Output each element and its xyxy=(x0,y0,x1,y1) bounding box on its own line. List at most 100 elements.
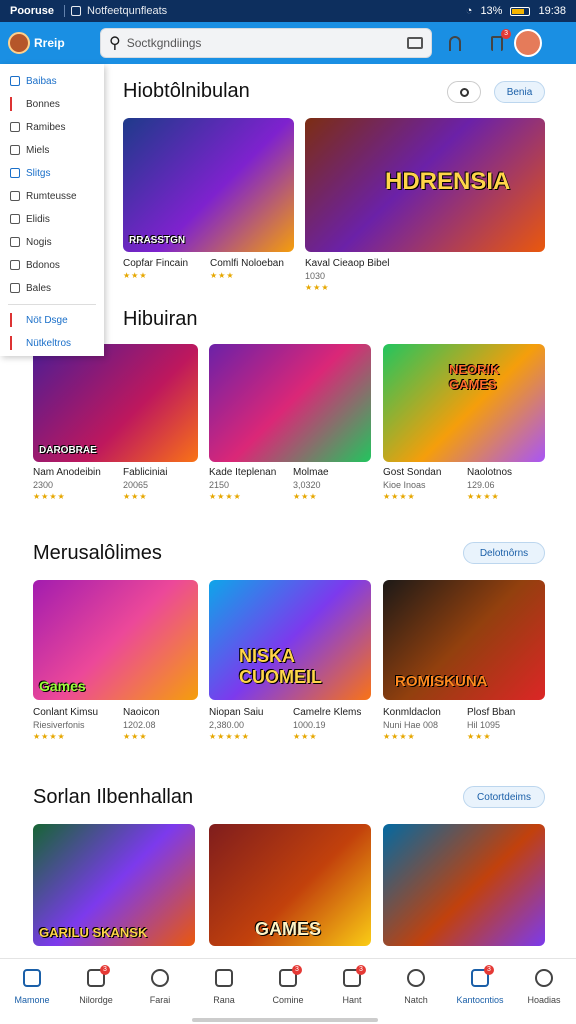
card-image-text: GARILU SKANSK xyxy=(39,925,148,940)
section-title: Sorlan Ilbenhallan xyxy=(33,786,194,808)
card-subtitle: Riesiverfonis xyxy=(33,720,85,730)
notifications-button[interactable]: 3 xyxy=(486,29,511,54)
grid-icon xyxy=(10,122,20,132)
sidebar-item[interactable]: Baibas xyxy=(0,70,104,93)
section-more-button[interactable]: Delotnôrns xyxy=(463,542,545,564)
rating-stars: ★★★ xyxy=(293,492,318,501)
toolbar-icons: 3 xyxy=(444,29,511,54)
section-more-button[interactable]: Cotortdeims xyxy=(463,786,545,808)
search-input[interactable]: Soctkgndiings xyxy=(127,36,401,50)
card-title: Niopan Saiu xyxy=(209,707,264,718)
card-subtitle: 2150 xyxy=(209,480,230,490)
sidebar-item[interactable]: Nöt Dsge xyxy=(0,309,104,332)
card-meta: Comlfi Noloeban ★★★ xyxy=(210,258,294,280)
game-card-image[interactable]: RRASSTGN xyxy=(123,118,294,252)
nav-item[interactable]: 3 Nilordge xyxy=(64,959,128,1024)
nav-item[interactable]: 3 Comine xyxy=(256,959,320,1024)
bookmark-button[interactable] xyxy=(444,32,466,54)
card-title: Naolotnos xyxy=(467,467,513,478)
app-bar: Rreip ⚲ Soctkgndiings 3 xyxy=(0,22,576,64)
card-subtitle: 1000.19 xyxy=(293,720,326,730)
nav-badge: 3 xyxy=(484,965,494,975)
card-meta: Gost Sondan Kioe Inoas ★★★★ xyxy=(383,467,465,501)
sidebar-item[interactable]: Bonnes xyxy=(0,93,104,116)
game-card-image[interactable]: ROMISKUNA xyxy=(383,580,545,700)
folder-icon xyxy=(215,969,233,987)
status-notification: Notfeetqunfleats xyxy=(64,5,167,17)
nav-home[interactable]: Mamone xyxy=(0,959,64,1024)
game-card-image[interactable]: NISKA CUOMEIL xyxy=(209,580,371,700)
card-image-text: GAMES xyxy=(255,919,322,939)
card-meta: Niopan Saiu 2,380.00 ★★★★★ xyxy=(209,707,291,741)
sidebar-item[interactable]: Elidis xyxy=(0,208,104,231)
card-title: Kaval Cieaop Bibel xyxy=(305,258,390,269)
status-brand: Pooruse xyxy=(10,5,55,17)
search-icon xyxy=(459,87,469,97)
sidebar-item[interactable]: Bdonos xyxy=(0,254,104,277)
card-image-text: RRASSTGN xyxy=(129,235,186,246)
section-more-button[interactable]: Benia xyxy=(494,81,545,103)
sidebar-item[interactable]: Miels xyxy=(0,139,104,162)
card-subtitle: Kioe Inoas xyxy=(383,480,426,490)
profile-avatar[interactable] xyxy=(514,29,542,57)
person-icon xyxy=(535,969,553,987)
inbox-icon xyxy=(491,35,503,51)
nav-item[interactable]: 3 Kantocntios xyxy=(448,959,512,1024)
nav-item[interactable]: Hoadias xyxy=(512,959,576,1024)
nav-item[interactable]: 3 Hant xyxy=(320,959,384,1024)
battery-percent: 13% xyxy=(480,5,503,17)
clock: 19:38 xyxy=(538,5,566,17)
wifi-icon: ◔ xyxy=(465,5,473,17)
card-meta: Kade Iteplenan 2150 ★★★★ xyxy=(209,467,291,501)
sidebar-item[interactable]: Slitgs xyxy=(0,162,104,185)
sidebar-item[interactable]: Nogis xyxy=(0,231,104,254)
app-logo[interactable]: Rreip xyxy=(8,32,100,54)
nav-item[interactable]: Natch xyxy=(384,959,448,1024)
star-icon xyxy=(151,969,169,987)
section-title: Hibuiran xyxy=(123,308,198,330)
rating-stars: ★★★ xyxy=(305,283,330,292)
sidebar-item[interactable]: Bales xyxy=(0,277,104,300)
home-icon xyxy=(10,76,20,86)
card-meta: Camelre Klems 1000.19 ★★★ xyxy=(293,707,371,741)
section-search-button[interactable] xyxy=(447,81,481,103)
search-bar[interactable]: ⚲ Soctkgndiings xyxy=(100,28,432,58)
cast-icon[interactable] xyxy=(407,37,423,49)
sidebar-item[interactable]: Rumteusse xyxy=(0,185,104,208)
sidebar-item[interactable]: Nütkeltros xyxy=(0,332,104,355)
clock-icon xyxy=(10,191,20,201)
nav-item[interactable]: Farai xyxy=(128,959,192,1024)
rating-stars: ★★★★ xyxy=(209,492,242,501)
rating-stars: ★★★★ xyxy=(383,492,416,501)
game-card-image[interactable] xyxy=(383,824,545,946)
battery-icon xyxy=(510,6,531,16)
status-right: ◔ 13% 19:38 xyxy=(466,5,566,17)
bottom-navigation: Mamone 3 Nilordge Farai Rana 3 Comine 3 Han… xyxy=(0,958,576,1024)
game-card-image[interactable]: GAMES xyxy=(209,824,371,946)
nav-item[interactable]: Rana xyxy=(192,959,256,1024)
sidebar-item[interactable]: Ramibes xyxy=(0,116,104,139)
rating-stars: ★★★★ xyxy=(467,492,500,501)
game-card-image[interactable]: Games xyxy=(33,580,198,700)
nav-badge: 3 xyxy=(356,965,366,975)
game-card-image[interactable]: DAROBRAE xyxy=(33,344,198,462)
game-card-image[interactable]: HDRENSIA xyxy=(305,118,545,252)
sidebar-menu: Baibas Bonnes Ramibes Miels Slitgs Rumte… xyxy=(0,64,104,356)
sidebar-divider xyxy=(8,304,96,305)
game-card-image[interactable]: GARILU SKANSK xyxy=(33,824,195,946)
bookmark-icon xyxy=(449,35,461,51)
card-meta: Naolotnos 129.06 ★★★★ xyxy=(467,467,545,501)
card-image-text: ROMISKUNA xyxy=(395,673,488,690)
game-card-image[interactable] xyxy=(209,344,371,462)
rating-stars: ★★★ xyxy=(123,492,148,501)
list-icon xyxy=(10,260,20,270)
home-icon xyxy=(23,969,41,987)
card-subtitle: 20065 xyxy=(123,480,149,490)
card-image-text: NISKA CUOMEIL xyxy=(239,646,322,687)
rating-stars: ★★★★ xyxy=(33,732,66,741)
card-title: Kade Iteplenan xyxy=(209,467,277,478)
home-indicator[interactable] xyxy=(192,1018,378,1022)
game-card-image[interactable]: NEORIK GAMES xyxy=(383,344,545,462)
card-title: Fabliciniai xyxy=(123,467,168,478)
rating-stars: ★★★ xyxy=(293,732,318,741)
